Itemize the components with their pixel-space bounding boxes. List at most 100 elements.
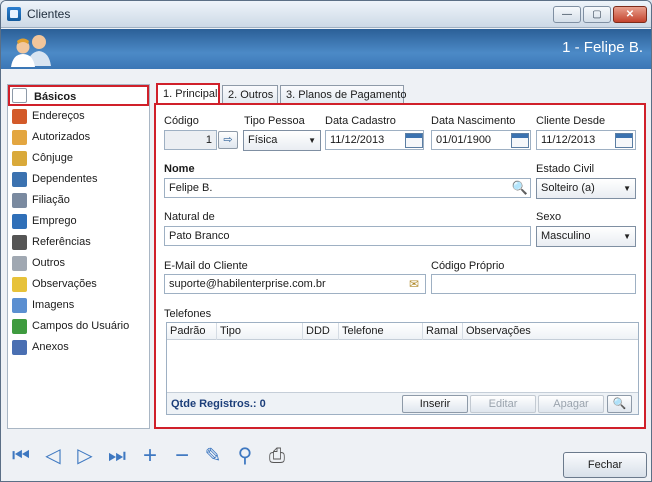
tree-icon — [12, 172, 27, 187]
maximize-button[interactable]: ▢ — [583, 6, 611, 23]
sidebar-item-label: Autorizados — [32, 131, 91, 143]
column-header[interactable]: Observações — [463, 323, 639, 340]
sidebar: Básicos Endereços Autorizados Cônjuge Depend… — [7, 84, 150, 429]
sidebar-item-label: Endereços — [32, 110, 85, 122]
tipo-pessoa-label: Tipo Pessoa — [244, 115, 305, 127]
sidebar-item-label: Observações — [32, 278, 97, 290]
sidebar-item-observacoes[interactable]: Observações — [8, 274, 149, 295]
calendar-icon[interactable] — [511, 133, 529, 148]
sidebar-item-conjuge[interactable]: Cônjuge — [8, 148, 149, 169]
add-icon[interactable]: + — [138, 444, 162, 468]
sidebar-item-basicos[interactable]: Básicos — [8, 85, 149, 106]
insert-button[interactable]: Inserir — [402, 395, 468, 413]
pages-icon — [12, 256, 27, 271]
app-icon — [7, 7, 21, 21]
tab-planos-pagamento[interactable]: 3. Planos de Pagamento — [280, 85, 406, 104]
users-icon — [11, 35, 51, 67]
edit-icon[interactable]: ✎ — [201, 444, 225, 468]
calendar-icon[interactable] — [405, 133, 423, 148]
last-record-icon[interactable]: ⏭ — [105, 444, 129, 468]
tipo-pessoa-select[interactable]: Física — [243, 130, 321, 151]
client-header-title: 1 - Felipe B. — [562, 39, 643, 56]
clip-icon — [12, 340, 27, 355]
list-icon — [12, 235, 27, 250]
image-icon — [12, 298, 27, 313]
column-header[interactable]: Ramal — [423, 323, 463, 340]
sidebar-item-label: Referências — [32, 236, 91, 248]
column-header[interactable]: Padrão — [167, 323, 217, 340]
previous-record-icon[interactable]: ◁ — [41, 444, 65, 468]
note-icon — [12, 277, 27, 292]
telefones-label: Telefones — [164, 308, 212, 320]
sidebar-item-label: Imagens — [32, 299, 75, 311]
sidebar-item-label: Emprego — [32, 215, 77, 227]
sidebar-item-label: Outros — [32, 257, 66, 269]
clientes-window: Clientes — ▢ ✕ 1 - Felipe B. Básicos Ende… — [0, 0, 652, 482]
data-nascimento-label: Data Nascimento — [431, 115, 516, 127]
close-button[interactable]: ✕ — [613, 6, 647, 23]
house-icon — [12, 109, 27, 124]
sidebar-item-filiacao[interactable]: Filiação — [8, 190, 149, 211]
document-icon — [12, 88, 27, 103]
record-count: Qtde Registros.: 0 — [171, 398, 266, 410]
user-fields-icon — [12, 319, 27, 334]
sexo-select[interactable]: Masculino — [536, 226, 636, 247]
calendar-icon[interactable] — [615, 133, 633, 148]
codigo-proprio-field[interactable] — [431, 274, 636, 294]
telefones-grid: Padrão Tipo DDD Telefone Ramal Observaçõ… — [166, 322, 639, 415]
sidebar-item-label: Básicos — [34, 91, 77, 103]
sidebar-item-campos-do-usuario[interactable]: Campos do Usuário — [8, 316, 149, 337]
sidebar-item-outros[interactable]: Outros — [8, 253, 149, 274]
grid-footer: Qtde Registros.: 0 Inserir Editar Apagar… — [167, 392, 638, 414]
email-label: E-Mail do Cliente — [164, 260, 248, 272]
sidebar-item-anexos[interactable]: Anexos — [8, 337, 149, 358]
natural-de-field[interactable]: Pato Branco — [164, 226, 531, 246]
codigo-proprio-label: Código Próprio — [431, 260, 505, 272]
remove-icon[interactable]: − — [170, 444, 194, 468]
header-banner: 1 - Felipe B. — [1, 29, 651, 69]
email-field[interactable]: suporte@habilenterprise.com.br — [164, 274, 426, 294]
search-icon[interactable]: 🔍 — [511, 179, 529, 197]
window-title: Clientes — [27, 7, 71, 21]
sidebar-item-label: Filiação — [32, 194, 70, 206]
sidebar-item-referencias[interactable]: Referências — [8, 232, 149, 253]
tab-outros[interactable]: 2. Outros — [222, 85, 278, 104]
next-record-icon[interactable]: ▷ — [73, 444, 97, 468]
column-header[interactable]: Telefone — [339, 323, 423, 340]
sidebar-item-imagens[interactable]: Imagens — [8, 295, 149, 316]
sidebar-item-enderecos[interactable]: Endereços — [8, 106, 149, 127]
arrow-right-icon[interactable]: ⇨ — [218, 131, 238, 149]
sidebar-item-label: Campos do Usuário — [32, 320, 130, 332]
estado-civil-label: Estado Civil — [536, 163, 595, 175]
codigo-field[interactable]: 1 — [164, 130, 217, 150]
estado-civil-select[interactable]: Solteiro (a) — [536, 178, 636, 199]
delete-button[interactable]: Apagar — [538, 395, 604, 413]
sidebar-item-label: Dependentes — [32, 173, 98, 185]
people-icon — [12, 130, 27, 145]
grid-header: Padrão Tipo DDD Telefone Ramal Observaçõ… — [167, 323, 638, 340]
first-record-icon[interactable]: ⏮ — [9, 444, 33, 468]
column-header[interactable]: Tipo — [217, 323, 303, 340]
person-icon — [12, 193, 27, 208]
close-form-button[interactable]: Fechar — [563, 452, 647, 478]
sidebar-item-emprego[interactable]: Emprego — [8, 211, 149, 232]
natural-de-label: Natural de — [164, 211, 215, 223]
search-icon[interactable]: 🔍 — [607, 395, 632, 413]
nome-label: Nome — [164, 163, 195, 175]
rings-icon — [12, 151, 27, 166]
minimize-button[interactable]: — — [553, 6, 581, 23]
sidebar-item-dependentes[interactable]: Dependentes — [8, 169, 149, 190]
sexo-label: Sexo — [536, 211, 562, 223]
edit-button[interactable]: Editar — [470, 395, 536, 413]
print-icon[interactable]: ⎙ — [265, 444, 289, 468]
envelope-icon[interactable]: ✉ — [404, 275, 424, 293]
column-header[interactable]: DDD — [303, 323, 339, 340]
footer-toolbar: ⏮ ◁ ▷ ⏭ + − ✎ ⚲ ⎙ Fechar — [1, 433, 651, 481]
sidebar-item-autorizados[interactable]: Autorizados — [8, 127, 149, 148]
codigo-label: Código — [164, 115, 199, 127]
tab-principal[interactable]: 1. Principal — [156, 83, 220, 104]
sidebar-item-label: Anexos — [32, 341, 69, 353]
cliente-desde-label: Cliente Desde — [536, 115, 606, 127]
search-icon[interactable]: ⚲ — [233, 444, 257, 468]
nome-field[interactable]: Felipe B. — [164, 178, 531, 198]
